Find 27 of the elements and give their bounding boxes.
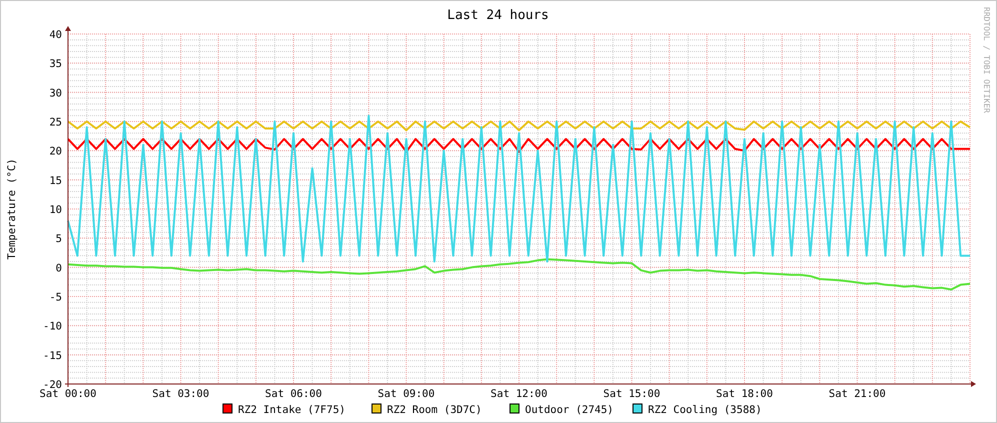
legend-label: RZ2 Cooling (3588): [648, 404, 762, 416]
legend-label: RZ2 Intake (7F75): [238, 404, 346, 416]
axis-label: Sat 12:00: [490, 388, 548, 400]
axis-label: 15: [49, 174, 62, 187]
axis-label: 0: [56, 262, 62, 274]
axis-label: -10: [43, 320, 62, 333]
axis-label: 35: [49, 58, 62, 70]
axis-label: 20: [49, 146, 62, 158]
axis-label: Sat 06:00: [265, 388, 322, 400]
axis-label: 30: [49, 87, 62, 100]
axis-label: Sat 03:00: [152, 388, 210, 400]
axis-label: Sat 00:00: [40, 388, 96, 400]
axis-label: 25: [49, 116, 62, 128]
axis-label: 5: [56, 233, 62, 246]
legend-label: RZ2 Room (3D7C): [387, 404, 482, 416]
axis-label: Sat 18:00: [716, 388, 773, 400]
credit-text: RRDTOOL / TOBI OETIKER: [982, 7, 991, 113]
axis-label: 40: [49, 29, 62, 41]
axis-label: -5: [49, 292, 62, 304]
legend-label: Outdoor (2745): [525, 404, 614, 416]
axis-label: Sat 21:00: [828, 388, 886, 400]
axis-label: -15: [43, 350, 62, 362]
axis-label: 10: [49, 204, 62, 216]
axis-label: Sat 09:00: [378, 388, 435, 400]
chart-title: Last 24 hours: [447, 8, 549, 23]
axis-label: Sat 15:00: [603, 388, 660, 400]
y-axis-title: Temperature (°C): [6, 158, 18, 260]
